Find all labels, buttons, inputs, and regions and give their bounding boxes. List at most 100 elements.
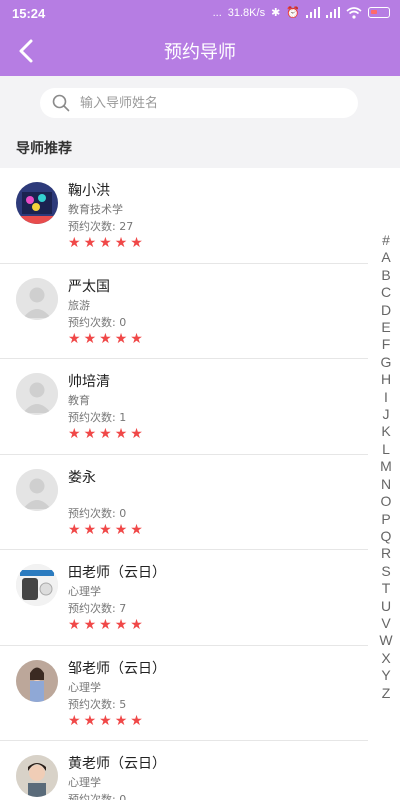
- status-bar: 15:24 ... 31.8K/s ✱ ⏰: [0, 0, 400, 28]
- rating-stars: ★ ★ ★ ★ ★: [68, 523, 143, 537]
- index-letter[interactable]: N: [378, 476, 394, 493]
- index-letter[interactable]: Q: [378, 528, 394, 545]
- booking-count-value: 1: [119, 411, 127, 424]
- star-icon: ★: [114, 617, 128, 633]
- wifi-icon: [346, 6, 362, 19]
- status-time: 15:24: [12, 6, 46, 21]
- index-letter[interactable]: M: [378, 458, 394, 475]
- index-letter[interactable]: Z: [378, 685, 394, 702]
- star-icon: ★: [130, 521, 143, 538]
- tutor-avatar: [16, 564, 58, 606]
- tutor-subject: 旅游: [68, 298, 90, 312]
- index-letter[interactable]: Y: [378, 667, 394, 684]
- search-area: [0, 76, 400, 130]
- booking-count-label: 预约次数:: [68, 793, 116, 800]
- network-speed: 31.8K/s: [227, 6, 266, 19]
- search-icon: [52, 94, 70, 112]
- star-icon: ★: [99, 330, 112, 347]
- booking-count-value: 5: [119, 697, 127, 711]
- rating-stars: ★ ★ ★ ★ ★: [68, 427, 143, 441]
- tutor-avatar: [16, 755, 58, 797]
- tutor-avatar: [16, 659, 58, 702]
- index-letter[interactable]: A: [378, 249, 394, 266]
- star-icon: ★: [114, 235, 128, 251]
- index-letter[interactable]: B: [378, 267, 394, 284]
- tutor-subject: 教育: [68, 394, 90, 407]
- tutor-list-item[interactable]: 帅培清教育预约次数: 1 ★ ★ ★ ★ ★: [0, 359, 368, 455]
- tutor-avatar: [16, 468, 58, 511]
- tutor-name: 帅培清: [68, 374, 110, 390]
- booking-count: 预约次数: 1: [68, 409, 126, 425]
- tutor-name: 严太国: [68, 278, 110, 295]
- tutor-subject: 心理学: [68, 776, 101, 789]
- tutor-list-item[interactable]: 娄永 预约次数: 0 ★ ★ ★ ★ ★: [0, 455, 368, 550]
- rating-stars: ★ ★ ★ ★ ★: [68, 714, 143, 728]
- signal-icon: [306, 7, 320, 18]
- booking-count-value: 0: [119, 506, 127, 520]
- star-icon: ★: [99, 426, 112, 442]
- tutor-list-item[interactable]: 严太国旅游预约次数: 0 ★ ★ ★ ★ ★: [0, 264, 368, 359]
- star-icon: ★: [68, 521, 81, 538]
- booking-count: 预约次数: 27: [68, 218, 133, 234]
- battery-icon: [368, 7, 390, 18]
- index-letter[interactable]: F: [378, 336, 394, 353]
- tutor-name: 田老师（云日）: [68, 565, 166, 581]
- star-icon: ★: [114, 330, 128, 347]
- tutor-list: 鞠小洪 教育技术学 预约次数: 27 ★ ★ ★ ★ ★ 严太国 旅游 预约次数: 0 ★ ★ ★ ★ ★ 帅培…: [0, 168, 368, 800]
- booking-count: 预约次数: 0: [68, 505, 126, 521]
- index-letter[interactable]: #: [378, 232, 394, 249]
- star-icon: ★: [83, 712, 97, 729]
- index-letter[interactable]: D: [378, 302, 394, 319]
- index-letter[interactable]: P: [378, 511, 394, 528]
- star-icon: ★: [99, 617, 112, 633]
- index-letter[interactable]: X: [378, 650, 394, 667]
- rating-stars: ★ ★ ★ ★ ★: [68, 332, 143, 346]
- booking-count: 预约次数: 5: [68, 696, 126, 712]
- top-bar: 15:24 ... 31.8K/s ✱ ⏰ 预约导师: [0, 0, 400, 76]
- star-icon: ★: [114, 712, 128, 729]
- booking-count: 预约次数: 0: [68, 791, 126, 800]
- tutor-name: 黄老师（云日）: [68, 756, 166, 772]
- index-letter[interactable]: T: [378, 580, 394, 597]
- booking-count: 预约次数: 0: [68, 314, 126, 330]
- tutor-name: 邹老师（云日）: [68, 660, 166, 677]
- alphabet-index-bar[interactable]: # A B C D E F G H I J K L M N O P Q R S T U V W X Y Z: [378, 232, 394, 702]
- index-letter[interactable]: G: [378, 354, 394, 371]
- star-icon: ★: [114, 426, 128, 442]
- alarm-icon: ⏰: [286, 7, 300, 19]
- index-letter[interactable]: K: [378, 423, 394, 440]
- index-letter[interactable]: H: [378, 371, 394, 388]
- search-input[interactable]: [80, 88, 340, 118]
- index-letter[interactable]: I: [378, 389, 394, 406]
- index-letter[interactable]: O: [378, 493, 394, 510]
- index-letter[interactable]: E: [378, 319, 394, 336]
- search-box[interactable]: [40, 88, 358, 118]
- index-letter[interactable]: L: [378, 441, 394, 458]
- index-letter[interactable]: V: [378, 615, 394, 632]
- booking-count-value: 0: [119, 315, 127, 329]
- tutor-avatar: [16, 373, 58, 415]
- index-letter[interactable]: R: [378, 545, 394, 562]
- star-icon: ★: [68, 426, 81, 442]
- tutor-avatar: [16, 277, 58, 320]
- index-letter[interactable]: S: [378, 563, 394, 580]
- tutor-list-item[interactable]: 田老师（云日） 心理学 预约次数: 7 ★ ★ ★ ★ ★: [0, 550, 368, 646]
- tutor-list-item[interactable]: 黄老师（云日）心理学预约次数: 0★★★★★: [0, 741, 368, 800]
- star-icon: ★: [68, 712, 81, 729]
- index-letter[interactable]: J: [378, 406, 394, 423]
- star-icon: ★: [130, 235, 143, 251]
- index-letter[interactable]: W: [378, 632, 394, 649]
- tutor-list-item[interactable]: 邹老师（云日） 心理学 预约次数: 5 ★ ★ ★ ★ ★: [0, 646, 368, 741]
- booking-count-value: 7: [119, 602, 127, 615]
- bluetooth-icon: ✱: [271, 7, 281, 19]
- index-letter[interactable]: U: [378, 598, 394, 615]
- tutor-list-item[interactable]: 鞠小洪 教育技术学 预约次数: 27 ★ ★ ★ ★ ★: [0, 168, 368, 264]
- booking-count-label: 预约次数:: [68, 411, 116, 424]
- tutor-subject: 教育技术学: [68, 203, 123, 216]
- tutor-name: 鞠小洪: [68, 183, 110, 199]
- star-icon: ★: [68, 617, 81, 633]
- star-icon: ★: [114, 521, 128, 538]
- rating-stars: ★ ★ ★ ★ ★: [68, 618, 143, 632]
- star-icon: ★: [83, 521, 97, 538]
- index-letter[interactable]: C: [378, 284, 394, 301]
